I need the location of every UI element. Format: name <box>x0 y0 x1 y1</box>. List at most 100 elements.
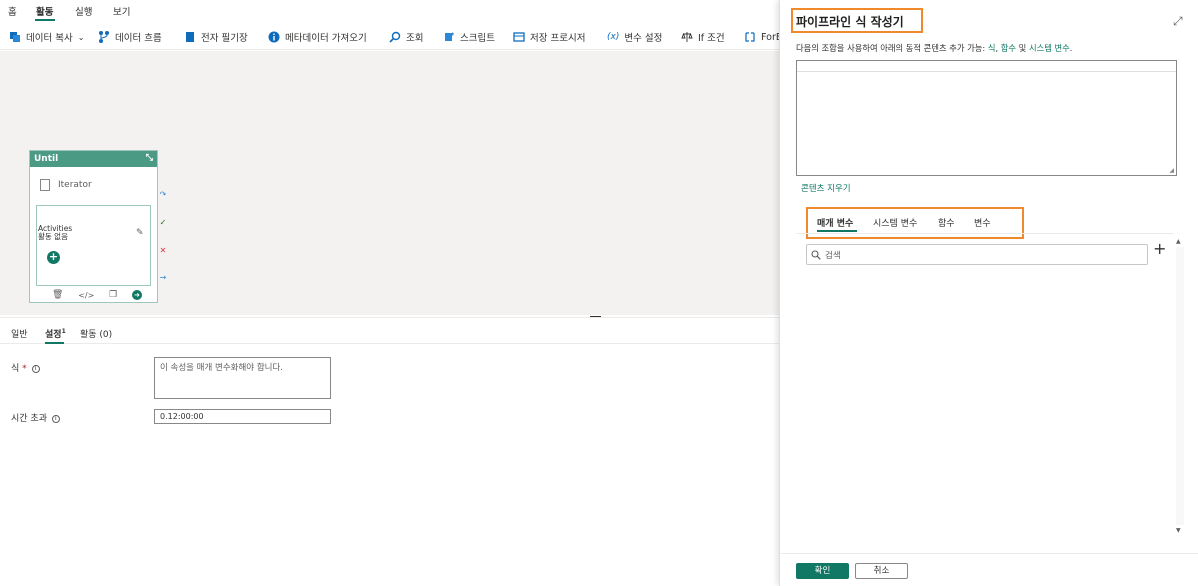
expand-icon[interactable]: ⤡ <box>146 153 153 163</box>
editor-line <box>797 71 1176 72</box>
activities-toolbar: 데이터 복사 ⌄ 데이터 흐름 전자 필기장 메타데이터 가져오기 조회 스크립… <box>0 24 782 50</box>
skip-icon[interactable]: ↷ <box>159 191 167 199</box>
variable-icon: (x) <box>607 32 620 42</box>
copy-data-icon <box>10 32 20 42</box>
toolbar-stored-procedure[interactable]: 저장 프로시저 <box>513 30 585 44</box>
notebook-icon <box>186 32 194 42</box>
tab-settings-badge: 1 <box>61 328 66 335</box>
tab-activities[interactable]: 활동 (0) <box>80 327 112 340</box>
iterator-row: Iterator <box>40 179 92 191</box>
info-icon[interactable]: i <box>51 415 60 423</box>
toolbar-get-metadata-label: 메타데이터 가져오기 <box>285 33 367 44</box>
inner-activities-text: Activities 활동 없음 <box>38 225 72 241</box>
add-parameter-button[interactable]: + <box>1153 241 1166 257</box>
tab-settings[interactable]: 설정1 <box>45 327 66 340</box>
tab-general[interactable]: 일반 <box>11 327 28 340</box>
link-functions[interactable]: 함수 <box>1001 43 1016 53</box>
toolbar-lookup-label: 조회 <box>406 33 424 44</box>
resize-grip-icon[interactable]: ◢ <box>1169 167 1174 174</box>
link-system-variables[interactable]: 시스템 변수 <box>1029 43 1070 53</box>
menu-run[interactable]: 실행 <box>75 4 92 18</box>
toolbar-stored-procedure-label: 저장 프로시저 <box>530 33 586 44</box>
foreach-icon <box>745 32 755 42</box>
if-condition-icon <box>681 32 693 42</box>
lookup-icon <box>389 31 401 43</box>
toolbar-dataflow[interactable]: 데이터 흐름 <box>98 30 162 44</box>
properties-panel: 일반 설정1 활동 (0) 식 * i 이 속성을 매개 변수화해야 합니다. … <box>0 317 780 586</box>
tab-system-variables[interactable]: 시스템 변수 <box>873 216 917 229</box>
delete-icon[interactable]: 🗑 <box>52 290 63 300</box>
scrollbar[interactable] <box>1176 247 1184 525</box>
dataflow-icon <box>99 31 109 43</box>
tab-settings-label: 설정 <box>45 330 62 340</box>
search-input[interactable]: 검색 <box>806 244 1148 265</box>
failure-icon[interactable]: ✕ <box>159 247 167 255</box>
description-prefix: 다음의 조합을 사용하여 아래의 동적 콘텐츠 추가 가능: <box>796 43 988 53</box>
footer-divider <box>780 553 1198 554</box>
toolbar-if-condition[interactable]: If 조건 <box>681 30 725 44</box>
scroll-down-icon[interactable]: ▼ <box>1176 527 1181 534</box>
description-and: 및 <box>1016 43 1029 53</box>
iterator-label: Iterator <box>58 180 92 190</box>
until-activity[interactable]: Until ⤡ Iterator Activities 활동 없음 ✎ + 🗑 … <box>29 150 158 303</box>
expression-builder-panel: 파이프라인 식 작성기 ⤢ 다음의 조합을 사용하여 아래의 동적 콘텐츠 추가… <box>779 0 1198 586</box>
app-root: 홈 활동 실행 보기 데이터 복사 ⌄ 데이터 흐름 전자 필기장 메타데이터 … <box>0 0 1198 586</box>
cancel-button[interactable]: 취소 <box>855 563 908 579</box>
code-icon[interactable]: </> <box>78 291 94 300</box>
toolbar-get-metadata[interactable]: 메타데이터 가져오기 <box>268 30 367 44</box>
expression-editor[interactable]: ◢ <box>796 60 1177 176</box>
copy-icon[interactable]: ❐ <box>109 290 117 300</box>
toolbar-script[interactable]: 스크립트 <box>443 30 495 44</box>
menu-bar: 홈 활동 실행 보기 <box>0 0 780 22</box>
properties-tabs: 일반 설정1 활동 (0) <box>0 318 780 344</box>
timeout-label-text: 시간 초과 <box>11 414 47 424</box>
arrow-right-icon[interactable]: ➜ <box>131 290 142 300</box>
menu-home[interactable]: 홈 <box>8 4 17 18</box>
panel-description: 다음의 조합을 사용하여 아래의 동적 콘텐츠 추가 가능: 식, 함수 및 시… <box>796 42 1072 54</box>
info-icon[interactable]: i <box>31 365 40 373</box>
required-mark: * <box>22 364 27 374</box>
timeout-label: 시간 초과 i <box>11 411 60 424</box>
timeout-field[interactable]: 0.12:00:00 <box>154 409 331 424</box>
tab-active-indicator <box>817 230 857 232</box>
tabs-divider <box>796 233 1174 234</box>
menu-active-indicator <box>35 19 55 21</box>
pencil-icon[interactable]: ✎ <box>136 228 144 238</box>
maximize-icon[interactable]: ⤢ <box>1173 14 1183 29</box>
expression-label-text: 식 <box>11 364 20 374</box>
toolbar-set-variable[interactable]: (x) 변수 설정 <box>607 30 662 44</box>
toolbar-notebook-label: 전자 필기장 <box>201 33 248 44</box>
toolbar-notebook[interactable]: 전자 필기장 <box>184 30 248 44</box>
info-icon <box>268 31 280 43</box>
success-icon[interactable]: ✓ <box>159 219 167 227</box>
tab-parameters[interactable]: 매개 변수 <box>817 216 853 229</box>
tab-functions[interactable]: 함수 <box>938 216 955 229</box>
clear-content-link[interactable]: 콘텐츠 지우기 <box>801 182 851 194</box>
menu-activities[interactable]: 활동 <box>36 4 53 18</box>
toolbar-copy-data-label: 데이터 복사 <box>26 33 73 44</box>
script-icon <box>445 32 454 41</box>
description-period: . <box>1069 43 1073 53</box>
add-activity-button[interactable]: + <box>47 251 60 264</box>
inner-activities-box[interactable]: Activities 활동 없음 ✎ + <box>36 205 151 286</box>
toolbar-if-condition-label: If 조건 <box>698 33 725 44</box>
completion-icon[interactable]: → <box>159 274 167 282</box>
expression-field[interactable]: 이 속성을 매개 변수화해야 합니다. <box>154 357 331 399</box>
panel-title: 파이프라인 식 작성기 <box>796 15 904 29</box>
until-title: Until <box>34 154 59 164</box>
toolbar-set-variable-label: 변수 설정 <box>624 33 663 44</box>
toolbar-lookup[interactable]: 조회 <box>389 30 423 44</box>
stored-procedure-icon <box>513 32 525 42</box>
scroll-up-icon[interactable]: ▲ <box>1176 238 1181 245</box>
search-placeholder: 검색 <box>825 250 841 261</box>
tab-active-indicator <box>45 342 64 344</box>
expression-label: 식 * i <box>11 361 40 374</box>
toolbar-copy-data[interactable]: 데이터 복사 ⌄ <box>9 30 84 44</box>
search-icon <box>811 249 821 260</box>
menu-view[interactable]: 보기 <box>113 4 130 18</box>
toolbar-dataflow-label: 데이터 흐름 <box>115 33 162 44</box>
tab-variables[interactable]: 변수 <box>974 216 991 229</box>
toolbar-foreach[interactable]: ForE <box>744 30 782 44</box>
until-header: Until ⤡ <box>30 151 157 167</box>
ok-button[interactable]: 확인 <box>796 563 849 579</box>
